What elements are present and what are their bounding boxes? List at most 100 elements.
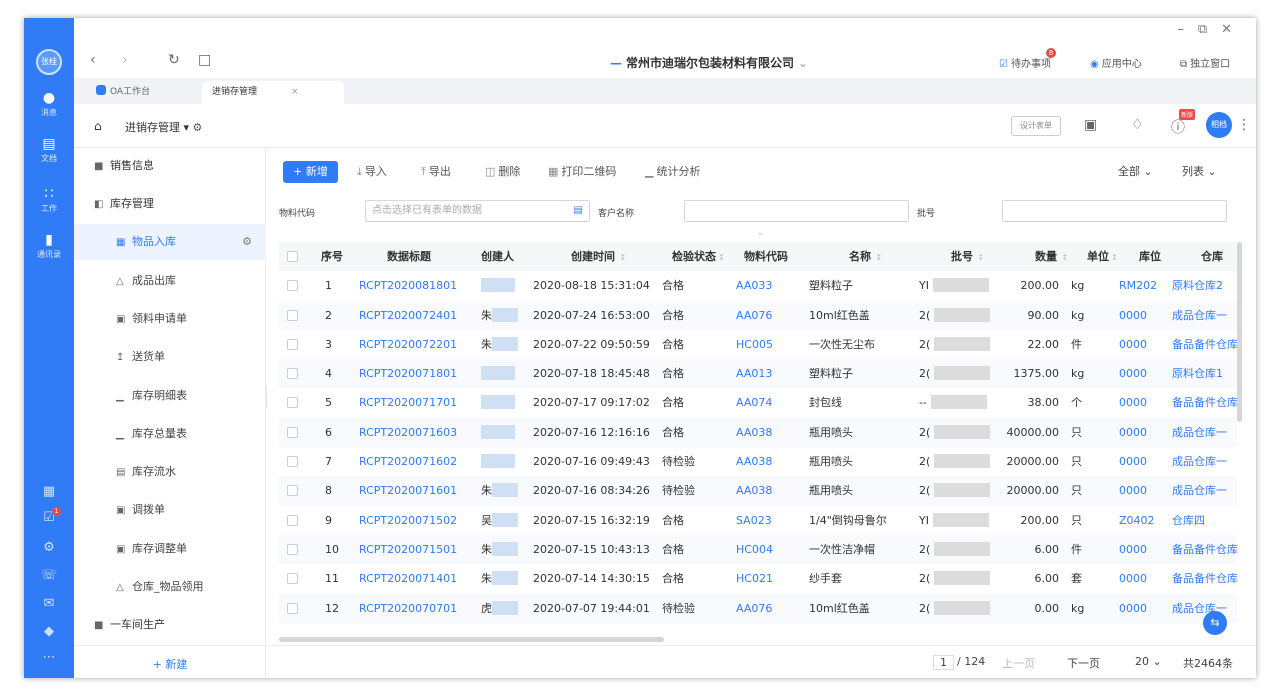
sidebar-item-delivery[interactable]: ↥ 送货单 bbox=[74, 339, 266, 375]
column-header[interactable]: 检验状态 ↕ bbox=[672, 242, 725, 271]
delete-button[interactable]: ◫ 删除 bbox=[485, 161, 520, 183]
row-checkbox[interactable] bbox=[287, 564, 298, 593]
sidebar-item-requisition[interactable]: ▣ 领料申请单 bbox=[74, 301, 266, 337]
cell-loc[interactable]: 0000 bbox=[1119, 594, 1147, 623]
row-checkbox[interactable] bbox=[287, 447, 298, 476]
row-checkbox[interactable] bbox=[287, 388, 298, 417]
sort-icon[interactable]: ↕ bbox=[1111, 253, 1118, 262]
sort-icon[interactable]: ↕ bbox=[617, 253, 627, 262]
cell-loc[interactable]: 0000 bbox=[1119, 359, 1147, 388]
cell-wh[interactable]: 成品仓库一 bbox=[1172, 301, 1227, 330]
add-record-button[interactable]: + 新增 bbox=[283, 161, 338, 183]
tab-inventory[interactable]: 进销存管理 × bbox=[202, 81, 344, 104]
row-checkbox[interactable] bbox=[287, 359, 298, 388]
sidebar-group-inventory[interactable]: ◧ 库存管理 bbox=[74, 186, 266, 222]
design-form-button[interactable]: 设计表单 bbox=[1011, 116, 1061, 136]
table-row[interactable]: 10 RCPT2020071501 朱 2020-07-15 10:43:13 合格 HC… bbox=[279, 534, 1238, 565]
column-header[interactable]: 创建人 bbox=[481, 242, 514, 271]
bell-icon[interactable]: ◆ bbox=[24, 624, 74, 639]
table-row[interactable]: 8 RCPT2020071601 朱 2020-07-16 08:34:26 待检验 AA… bbox=[279, 476, 1237, 506]
rail-item-work[interactable]: ∷ 工作 bbox=[24, 186, 74, 214]
table-row[interactable]: 11 RCPT2020071401 朱 2020-07-14 14:30:15 合格 HC… bbox=[279, 564, 1238, 593]
cell-wh[interactable]: 仓库四 bbox=[1172, 506, 1205, 535]
cell-loc[interactable]: 0000 bbox=[1119, 476, 1147, 505]
cell-wh[interactable]: 成品仓库一 bbox=[1172, 447, 1227, 476]
sidebar-item-stock-detail[interactable]: ▁ 库存明细表 bbox=[74, 378, 266, 414]
bell-icon[interactable]: ♢ bbox=[1131, 117, 1144, 133]
standalone-window-link[interactable]: ⧉ 独立窗口 bbox=[1180, 55, 1230, 70]
cell-code[interactable]: AA033 bbox=[736, 271, 772, 300]
code-filter-input[interactable]: 点击选择已有表单的数据 ▤ bbox=[365, 200, 590, 222]
column-header[interactable]: 数据标题 bbox=[387, 242, 431, 271]
cell-title[interactable]: RCPT2020071401 bbox=[359, 564, 457, 593]
cell-title[interactable]: RCPT2020071701 bbox=[359, 388, 457, 417]
module-title[interactable]: 进销存管理 ▾ ⚙ bbox=[125, 119, 202, 135]
row-checkbox[interactable] bbox=[287, 506, 298, 535]
settings-icon[interactable]: ⚙ bbox=[193, 121, 203, 134]
cell-loc[interactable]: 0000 bbox=[1119, 418, 1147, 447]
table-row[interactable]: 2 RCPT2020072401 朱 2020-07-24 16:53:00 合格 AA0… bbox=[279, 300, 1237, 330]
cell-code[interactable]: HC005 bbox=[736, 330, 773, 359]
cell-code[interactable]: AA076 bbox=[736, 301, 772, 330]
cell-title[interactable]: RCPT2020071601 bbox=[359, 476, 457, 505]
todo-link[interactable]: ☑ 待办事项 bbox=[999, 55, 1051, 70]
cell-loc[interactable]: 0000 bbox=[1119, 535, 1147, 564]
table-row[interactable]: 4 RCPT2020071801 2020-07-18 18:45:48 合格 AA01… bbox=[279, 359, 1237, 389]
page-input[interactable]: 1 bbox=[933, 655, 954, 670]
next-page-button[interactable]: 下一页 bbox=[1067, 655, 1100, 671]
view-dropdown[interactable]: 列表 ⌄ bbox=[1182, 161, 1217, 183]
cell-loc[interactable]: 0000 bbox=[1119, 447, 1147, 476]
sidebar-group-sales[interactable]: ■ 销售信息 bbox=[74, 148, 266, 184]
cell-title[interactable]: RCPT2020072401 bbox=[359, 301, 457, 330]
vertical-scrollbar[interactable] bbox=[1237, 242, 1242, 422]
column-header[interactable]: 名称 ↕ bbox=[849, 242, 882, 271]
cell-loc[interactable]: 0000 bbox=[1119, 301, 1147, 330]
scope-dropdown[interactable]: 全部 ⌄ bbox=[1118, 161, 1153, 183]
sidebar-item-stock-total[interactable]: ▁ 库存总量表 bbox=[74, 416, 266, 452]
expand-icon[interactable]: □ bbox=[198, 52, 211, 68]
close-icon[interactable]: × bbox=[291, 87, 299, 97]
add-module-button[interactable]: + 新建 bbox=[74, 645, 266, 678]
chevron-down-icon[interactable]: ⌄ bbox=[757, 228, 765, 238]
home-icon[interactable]: ⌂ bbox=[94, 119, 102, 133]
column-header[interactable]: 仓库 bbox=[1201, 242, 1223, 271]
user-avatar[interactable]: 相档 bbox=[1206, 112, 1232, 138]
sidebar-group-workshop[interactable]: ■ 一车间生产 bbox=[74, 607, 266, 643]
calendar-icon[interactable]: ▦ bbox=[24, 484, 74, 499]
company-selector[interactable]: — 常州市迪瑞尔包装材料有限公司 ⌄ bbox=[610, 54, 808, 71]
cell-wh[interactable]: 备品备件仓库 bbox=[1172, 535, 1238, 564]
share-icon[interactable]: ⚙ bbox=[24, 540, 74, 555]
sidebar-item-outbound[interactable]: △ 成品出库 bbox=[74, 263, 266, 299]
batch-filter-input[interactable] bbox=[1002, 200, 1227, 222]
phone-icon[interactable]: ☏ bbox=[24, 568, 74, 583]
column-header[interactable]: 物料代码 bbox=[744, 242, 788, 271]
sort-icon[interactable]: ↕ bbox=[718, 253, 725, 262]
sidebar-item-adjust[interactable]: ▣ 库存调整单 bbox=[74, 531, 266, 567]
more-icon[interactable]: ⋯ bbox=[24, 650, 74, 665]
rail-item-docs[interactable]: ▤ 文档 bbox=[24, 136, 74, 164]
cell-title[interactable]: RCPT2020071502 bbox=[359, 506, 457, 535]
table-row[interactable]: 9 RCPT2020071502 吴 2020-07-15 16:32:19 合格 SA0… bbox=[279, 506, 1237, 535]
cell-title[interactable]: RCPT2020071801 bbox=[359, 359, 457, 388]
cell-loc[interactable]: 0000 bbox=[1119, 564, 1147, 593]
column-header[interactable]: 数量 ↕ bbox=[1035, 242, 1068, 271]
refresh-icon[interactable]: ↻ bbox=[168, 52, 180, 68]
table-row[interactable]: 7 RCPT2020071602 2020-07-16 09:49:43 待检验 AA0… bbox=[279, 447, 1237, 476]
import-button[interactable]: ⤓ 导入 bbox=[357, 161, 387, 183]
column-header[interactable]: 批号 ↕ bbox=[951, 242, 984, 271]
cell-code[interactable]: AA038 bbox=[736, 476, 772, 505]
cell-code[interactable]: HC021 bbox=[736, 564, 773, 593]
row-checkbox[interactable] bbox=[287, 330, 298, 359]
export-button[interactable]: ⤒ 导出 bbox=[421, 161, 451, 183]
rail-item-contacts[interactable]: ▮ 通讯录 bbox=[24, 232, 74, 260]
cell-title[interactable]: RCPT2020070701 bbox=[359, 594, 457, 623]
app-center-link[interactable]: ◉ 应用中心 bbox=[1090, 55, 1142, 70]
prev-page-button[interactable]: 上一页 bbox=[1002, 655, 1035, 671]
column-header[interactable]: 创建时间 ↕ bbox=[571, 242, 626, 271]
cell-loc[interactable]: Z0402 bbox=[1119, 506, 1155, 535]
cell-wh[interactable]: 成品仓库一 bbox=[1172, 476, 1227, 505]
page-size-select[interactable]: 20 ⌄ bbox=[1135, 655, 1162, 668]
row-checkbox[interactable] bbox=[287, 301, 298, 330]
cell-loc[interactable]: 0000 bbox=[1119, 388, 1147, 417]
cell-loc[interactable]: 0000 bbox=[1119, 330, 1147, 359]
